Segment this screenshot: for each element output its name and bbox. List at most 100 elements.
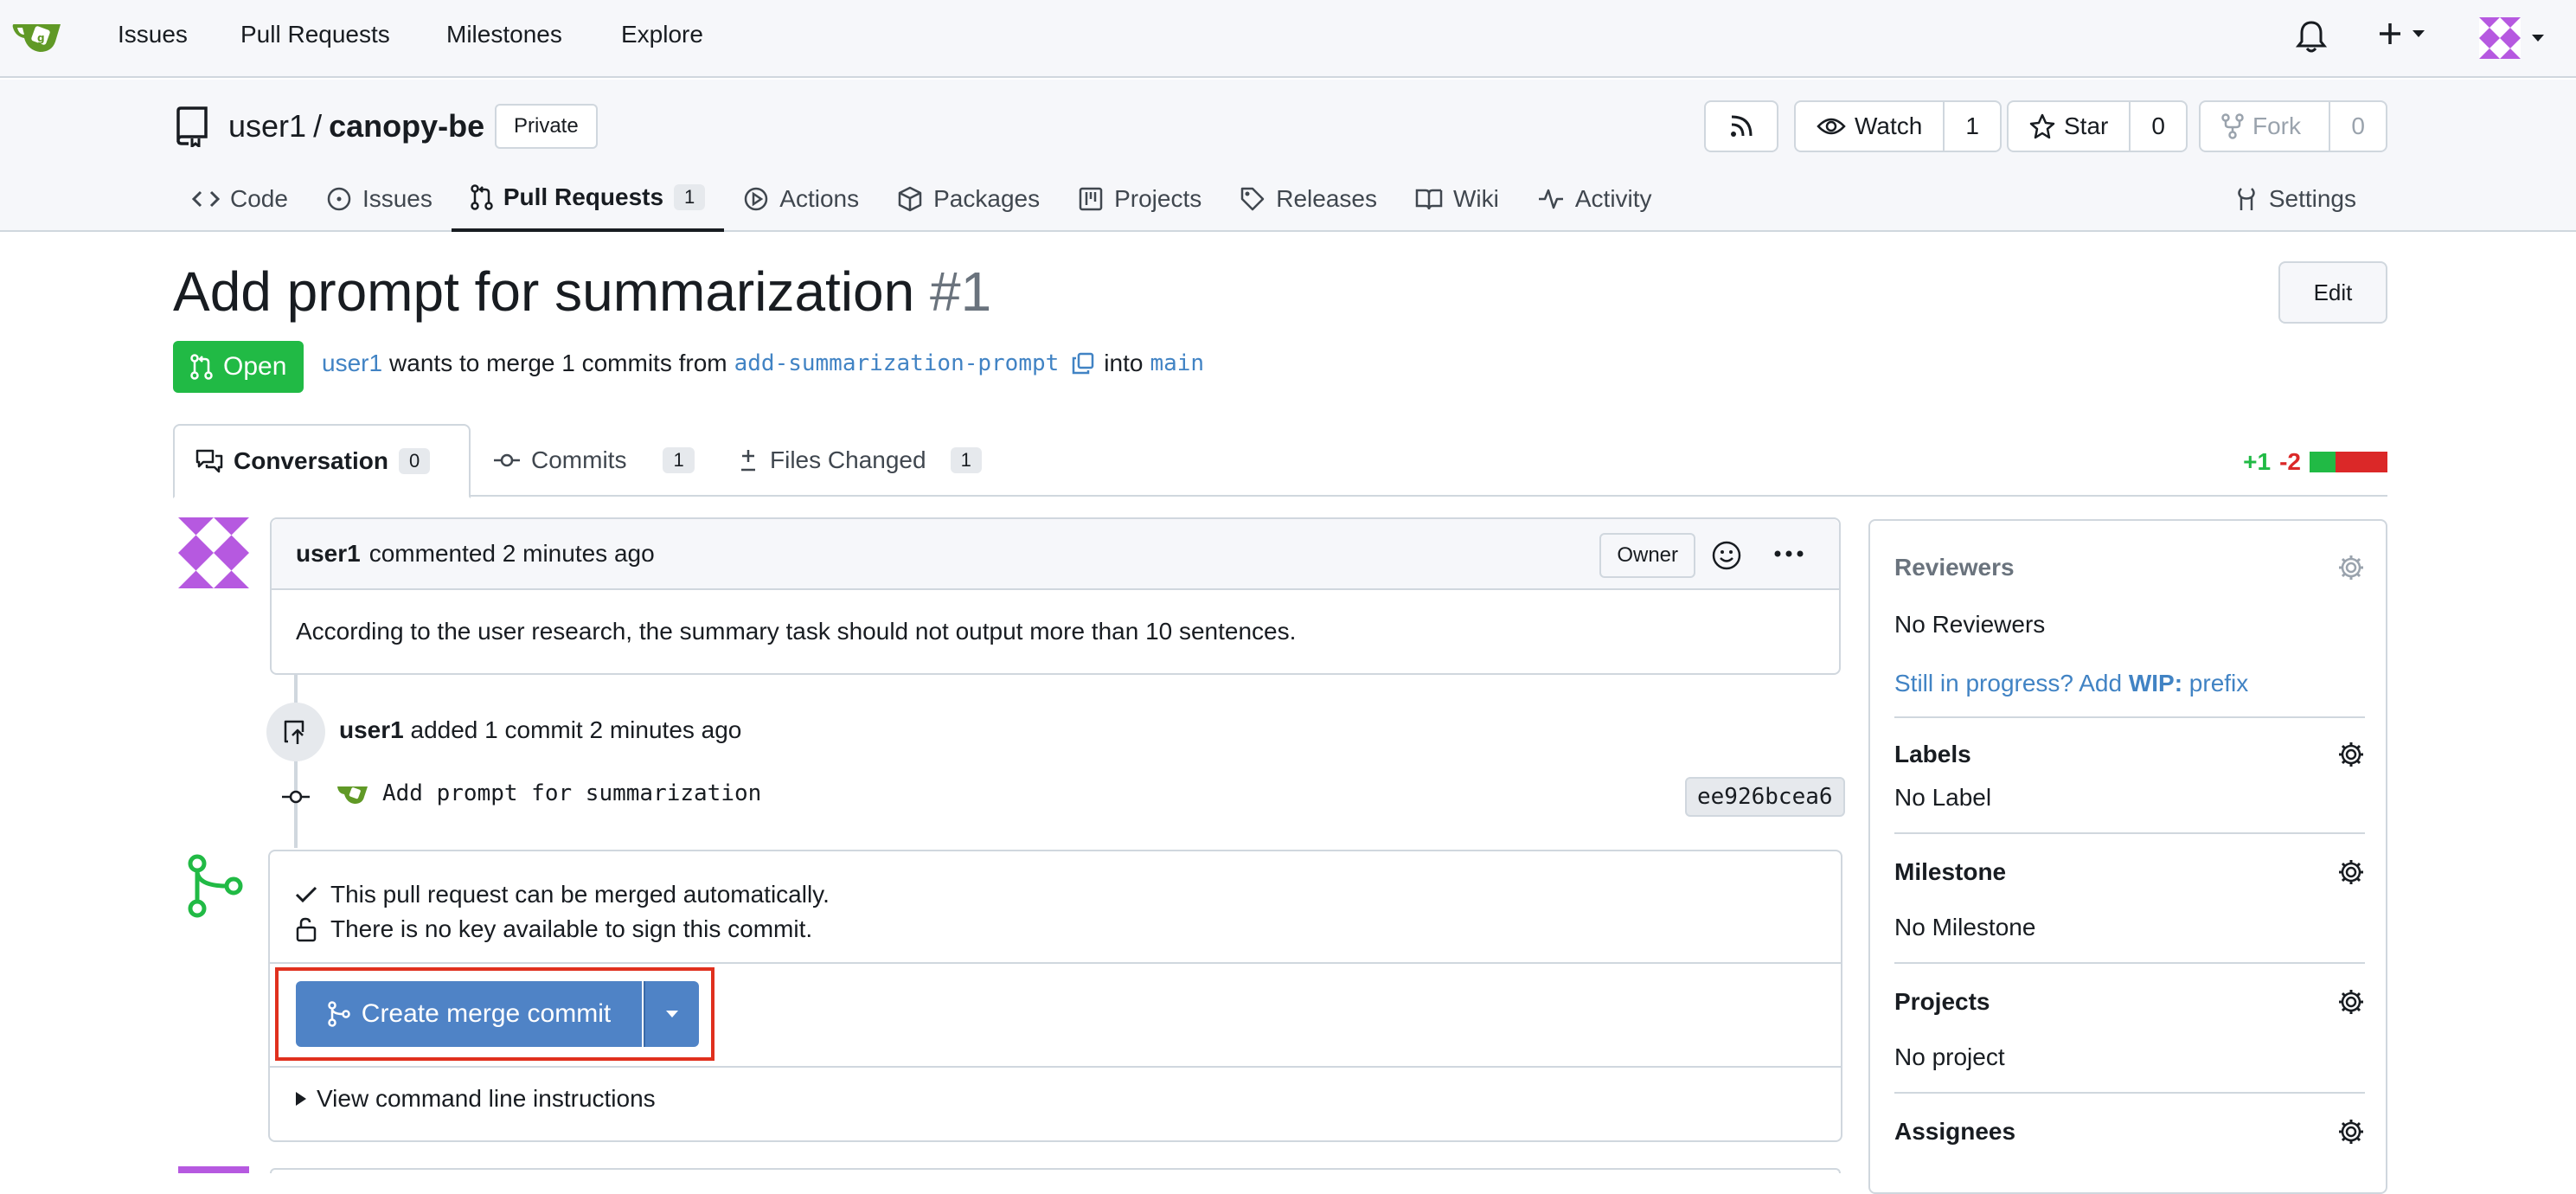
- unlock-icon: [296, 917, 317, 942]
- milestone-title: Milestone: [1894, 858, 2007, 885]
- pull-request-icon: [471, 184, 493, 210]
- tab-pull-requests[interactable]: Pull Requests 1: [451, 166, 725, 232]
- comment-body: According to the user research, the summ…: [296, 618, 1297, 645]
- base-branch-link[interactable]: main: [1150, 350, 1204, 376]
- tab-projects[interactable]: Projects: [1059, 166, 1221, 232]
- more-options-icon[interactable]: [1773, 549, 1804, 559]
- wip-prefix-link[interactable]: Still in progress? Add WIP: prefix: [1894, 670, 2365, 697]
- watch-button[interactable]: Watch: [1796, 102, 1943, 151]
- comment: user1 commented 2 minutes ago Owner Acco…: [270, 517, 1841, 675]
- edit-button[interactable]: Edit: [2278, 261, 2387, 324]
- create-merge-commit-button[interactable]: Create merge commit: [296, 981, 642, 1047]
- tab-settings[interactable]: Settings: [2234, 166, 2356, 232]
- repo-name-link[interactable]: canopy-be: [329, 108, 484, 144]
- diff-stat: +1 -2: [2243, 448, 2387, 476]
- tab-wiki-label: Wiki: [1452, 185, 1499, 212]
- watch-count[interactable]: 1: [1943, 102, 2000, 151]
- merge-info: user1 wants to merge 1 commits from add-…: [322, 350, 1204, 377]
- avatar[interactable]: [178, 517, 249, 588]
- diff-bar: [2310, 452, 2387, 472]
- pr-state-label: Open: [223, 352, 287, 381]
- merge-icon: [188, 854, 243, 918]
- create-new-dropdown[interactable]: [2377, 21, 2425, 47]
- pr-author-link[interactable]: user1: [322, 350, 382, 377]
- repo-separator: /: [313, 108, 323, 144]
- emoji-reaction-icon[interactable]: [1711, 540, 1742, 571]
- gear-icon[interactable]: [2337, 988, 2365, 1016]
- avatar: [2479, 17, 2521, 59]
- commit-event: user1 added 1 commit 2 minutes ago: [339, 716, 741, 744]
- commit-event-author-link[interactable]: user1: [339, 716, 404, 743]
- gear-icon[interactable]: [2337, 1118, 2365, 1146]
- nav-issues[interactable]: Issues: [118, 21, 188, 48]
- merge-ok-row: This pull request can be merged automati…: [294, 877, 1815, 912]
- gear-icon[interactable]: [2337, 741, 2365, 768]
- caret-down-icon: [666, 1011, 678, 1017]
- play-icon: [745, 187, 768, 211]
- conversation-count: 0: [398, 448, 431, 474]
- command-line-instructions-toggle[interactable]: View command line instructions: [294, 1085, 656, 1113]
- commit-sha-link[interactable]: ee926bcea6: [1685, 777, 1845, 817]
- repo-icon: [176, 106, 208, 147]
- star-button[interactable]: Star: [2009, 102, 2129, 151]
- pr-title: Add prompt for summarization #1: [173, 260, 991, 324]
- tab-releases[interactable]: Releases: [1221, 166, 1396, 232]
- copy-icon[interactable]: [1071, 351, 1095, 376]
- pr-number: #1: [930, 260, 992, 323]
- tab-files-changed[interactable]: Files Changed 1: [716, 424, 1003, 497]
- tab-code-label: Code: [230, 185, 288, 212]
- gear-icon[interactable]: [2337, 858, 2365, 886]
- tab-settings-label: Settings: [2268, 185, 2356, 212]
- divider: [1894, 832, 2365, 834]
- rss-feed-button[interactable]: [1704, 100, 1778, 152]
- next-comment: [270, 1168, 1841, 1173]
- tag-icon: [1241, 187, 1265, 211]
- private-badge: Private: [495, 104, 598, 149]
- nav-milestones[interactable]: Milestones: [446, 21, 562, 48]
- divider: [270, 962, 1841, 964]
- tab-packages-label: Packages: [933, 185, 1041, 212]
- gitea-logo-icon[interactable]: g: [10, 16, 64, 57]
- fork-button[interactable]: Fork: [2201, 102, 2329, 151]
- repo-header: user1 / canopy-be Private Watch 1 Star 0…: [0, 80, 2576, 232]
- tab-issues[interactable]: Issues: [307, 166, 452, 232]
- files-changed-count: 1: [950, 447, 982, 473]
- tab-packages[interactable]: Packages: [878, 166, 1059, 232]
- nav-pull-requests[interactable]: Pull Requests: [240, 21, 390, 48]
- merge-style-dropdown[interactable]: [644, 981, 699, 1047]
- tab-actions[interactable]: Actions: [724, 166, 878, 232]
- plus-icon: [2380, 23, 2400, 44]
- head-branch-link[interactable]: add-summarization-prompt: [734, 350, 1060, 376]
- eye-icon: [1817, 118, 1846, 135]
- divider: [1894, 1092, 2365, 1094]
- comment-author-link[interactable]: user1: [296, 540, 361, 568]
- notifications-bell-icon[interactable]: [2296, 19, 2327, 54]
- nav-explore[interactable]: Explore: [621, 21, 703, 48]
- top-navbar: g Issues Pull Requests Milestones Explor…: [0, 0, 2576, 78]
- project-board-icon: [1079, 187, 1103, 211]
- fork-label: Fork: [2252, 112, 2301, 139]
- pr-sidebar: Reviewers No Reviewers Still in progress…: [1868, 519, 2387, 1194]
- commit-message-link[interactable]: Add prompt for summarization: [382, 780, 761, 806]
- merge-key-row: There is no key available to sign this c…: [294, 912, 1815, 947]
- diff-icon: [741, 450, 755, 472]
- reviewers-value: No Reviewers: [1894, 611, 2046, 638]
- repo-owner-link[interactable]: user1: [228, 108, 306, 144]
- tab-wiki[interactable]: Wiki: [1396, 166, 1518, 232]
- tab-commits[interactable]: Commits 1: [472, 424, 715, 497]
- commits-count: 1: [663, 447, 695, 473]
- pr-title-text: Add prompt for summarization: [173, 260, 915, 323]
- gear-icon[interactable]: [2337, 554, 2365, 581]
- owner-badge: Owner: [1599, 533, 1695, 578]
- tab-conversation[interactable]: Conversation 0: [173, 424, 471, 498]
- star-button-group: Star 0: [2007, 100, 2188, 152]
- tab-activity-label: Activity: [1574, 185, 1652, 212]
- tab-activity[interactable]: Activity: [1518, 166, 1671, 232]
- star-label: Star: [2064, 112, 2109, 139]
- fork-count[interactable]: 0: [2329, 102, 2386, 151]
- star-count[interactable]: 0: [2129, 102, 2186, 151]
- user-menu[interactable]: [2479, 17, 2545, 59]
- tab-code[interactable]: Code: [173, 166, 307, 232]
- tab-pull-requests-label: Pull Requests: [503, 183, 664, 210]
- commit-icon: [494, 453, 520, 467]
